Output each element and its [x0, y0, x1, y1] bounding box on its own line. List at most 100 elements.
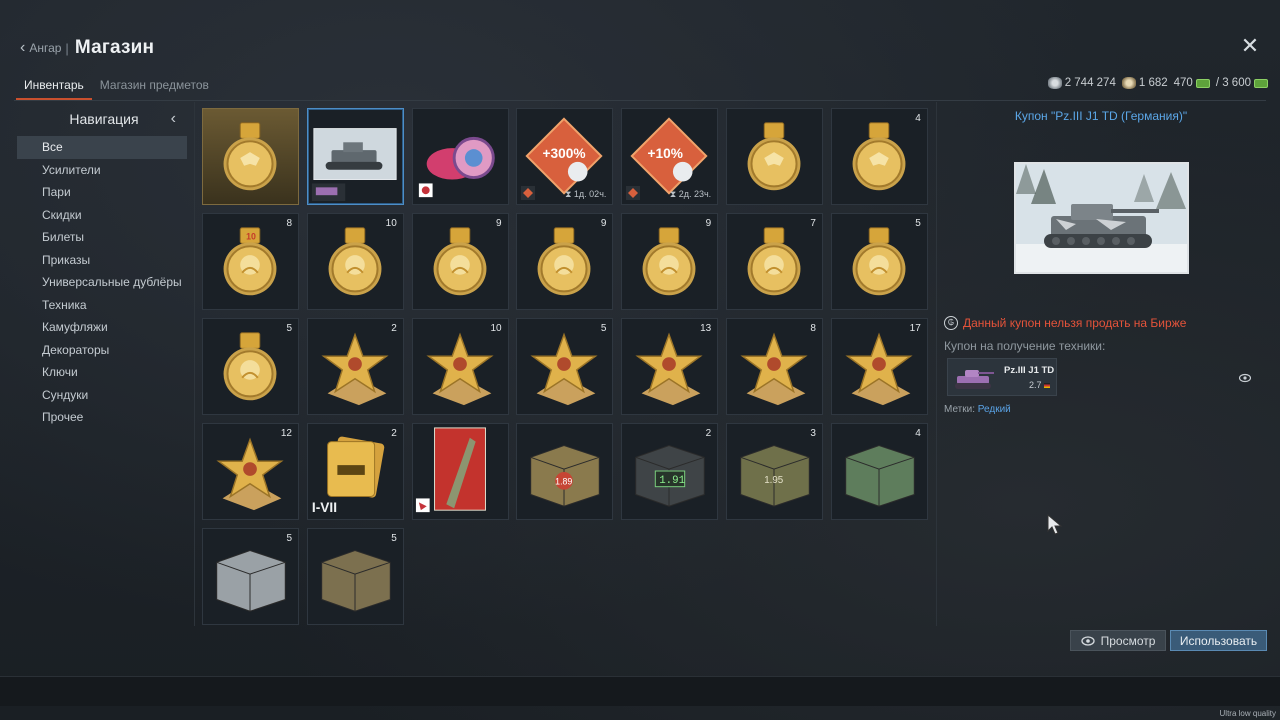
inventory-item[interactable] — [306, 108, 404, 205]
nav-item[interactable]: Билеты — [14, 226, 194, 249]
inventory-item[interactable]: 4 — [830, 108, 928, 205]
inventory-item[interactable]: 13 — [621, 318, 719, 415]
nav-item[interactable]: Техника — [14, 294, 194, 317]
nav-item[interactable]: Все — [17, 136, 187, 159]
tank-preview-icon — [1016, 164, 1187, 272]
inventory-item[interactable]: 5 — [516, 318, 614, 415]
item-count: 2 — [391, 323, 397, 334]
item-count: 2 — [705, 428, 712, 439]
nav-item[interactable]: Камуфляжи — [14, 316, 194, 339]
nav-item[interactable]: Ключи — [14, 361, 194, 384]
item-count: 8 — [286, 218, 292, 229]
back-button[interactable]: ‹ Ангар — [20, 39, 61, 57]
inventory-item[interactable] — [411, 423, 509, 520]
eye-icon[interactable] — [1239, 373, 1251, 383]
item-count: 17 — [909, 323, 921, 334]
booster-badge-icon — [521, 186, 536, 200]
inventory-item[interactable] — [411, 108, 509, 205]
item-count: 9 — [496, 218, 502, 229]
inventory-item[interactable]: 10 — [411, 318, 509, 415]
item-count: 10 — [490, 323, 502, 334]
svg-text:1.91: 1.91 — [659, 475, 685, 487]
inventory-item[interactable]: 12 — [202, 423, 299, 520]
item-count: 12 — [280, 428, 292, 439]
nav-item[interactable]: Прочее — [14, 406, 194, 429]
inventory-item[interactable]: I-VII 2 — [306, 423, 404, 520]
bottom-bar — [0, 676, 1280, 706]
inventory-item[interactable]: 9 — [516, 213, 614, 310]
inventory-item[interactable]: 7 — [725, 213, 823, 310]
tab-item-shop[interactable]: Магазин предметов — [92, 74, 217, 100]
use-button[interactable]: Использовать — [1170, 630, 1267, 651]
inventory-item[interactable] — [202, 108, 299, 205]
item-count: 9 — [705, 218, 712, 229]
item-count: 5 — [286, 533, 292, 544]
inventory-item[interactable]: 5 — [202, 528, 299, 625]
coupon-label: Купон на получение техники: — [944, 339, 1106, 353]
cash-icon-2 — [1254, 78, 1268, 88]
page-title: Магазин — [74, 37, 155, 58]
close-icon[interactable]: ✕ — [1240, 35, 1260, 57]
divider — [194, 102, 195, 626]
inventory-item[interactable]: 5 — [830, 213, 928, 310]
tags-label: Метки: — [944, 404, 975, 415]
item-count: 5 — [600, 323, 607, 334]
cash-value: 470 — [1173, 77, 1193, 89]
tag-rare[interactable]: Редкий — [978, 404, 1011, 415]
mouse-cursor-icon — [1047, 514, 1063, 535]
item-count: 13 — [700, 323, 712, 334]
collapse-chevron-icon[interactable]: ‹ — [171, 110, 176, 128]
nav-item[interactable]: Приказы — [14, 249, 194, 272]
inventory-item[interactable]: 1.95 3 — [725, 423, 823, 520]
gold-value: 1 682 — [1138, 77, 1168, 89]
cash-max: / 3 600 — [1215, 77, 1251, 89]
sell-warning: ₲ Данный купон нельзя продать на Бирже — [944, 316, 1186, 330]
inventory-item[interactable]: 1.91 2 — [621, 423, 719, 520]
inventory-item[interactable]: 9 — [621, 213, 719, 310]
item-timer: ⧗ 2д. 23ч. — [669, 189, 712, 199]
gold-balance: 1 682 — [1121, 77, 1168, 89]
chevron-left-icon: ‹ — [20, 39, 26, 56]
item-count: 4 — [915, 113, 921, 124]
quality-label: Ultra low quality — [1219, 709, 1276, 718]
inventory-item[interactable]: 9 — [411, 213, 509, 310]
view-button[interactable]: Просмотр — [1070, 630, 1166, 651]
vehicle-card[interactable]: Pz.III J1 TD 2.7 — [947, 358, 1057, 396]
item-count: 10 — [385, 218, 397, 229]
warning-text: Данный купон нельзя продать на Бирже — [963, 316, 1187, 330]
inventory-item[interactable] — [725, 108, 823, 205]
nav-item[interactable]: Декораторы — [14, 339, 194, 362]
inventory-item[interactable]: 10 8 — [202, 213, 299, 310]
tab-inventory[interactable]: Инвентарь — [16, 74, 92, 100]
svg-text:+300%: +300% — [543, 146, 586, 161]
inventory-item[interactable]: 17 — [830, 318, 928, 415]
inventory-item[interactable]: 5 — [202, 318, 299, 415]
inventory-item[interactable]: 10 — [306, 213, 404, 310]
title-separator: | — [65, 40, 69, 56]
item-count: 2 — [391, 428, 397, 439]
nav-item[interactable]: Усилители — [14, 159, 194, 182]
inventory-item[interactable]: 1.89 — [516, 423, 614, 520]
golden-eagles-icon — [1121, 77, 1136, 89]
cash-balance: 470 / 3 600 — [1174, 77, 1268, 89]
svg-text:1.95: 1.95 — [764, 475, 784, 486]
nav-item[interactable]: Пари — [14, 181, 194, 204]
inventory-item[interactable]: 8 — [725, 318, 823, 415]
nav-item[interactable]: Скидки — [14, 204, 194, 227]
inventory-item[interactable]: 2 — [306, 318, 404, 415]
inventory-item[interactable]: +300% ⧗ 1д. 02ч. — [516, 108, 614, 205]
inventory-item[interactable]: +10% ⧗ 2д. 23ч. — [621, 108, 719, 205]
view-label: Просмотр — [1100, 633, 1156, 648]
currency-bar: 2 744 274 1 682 470 / 3 600 — [1047, 77, 1268, 89]
item-count: 5 — [391, 533, 397, 544]
tank-icon — [955, 370, 994, 389]
inventory-item[interactable]: 5 — [306, 528, 404, 625]
market-icon: ₲ — [944, 316, 958, 330]
tags-line: Метки: Редкий — [944, 404, 1011, 415]
german-flag-icon — [1044, 383, 1050, 388]
navigation-panel: Навигация ‹ Все Усилители Пари Скидки Билеты… — [14, 102, 194, 626]
nav-item[interactable]: Универсальные дублёры — [14, 271, 194, 294]
nav-item[interactable]: Сундуки — [14, 384, 194, 407]
header: ‹ Ангар | Магазин — [20, 36, 154, 60]
inventory-item[interactable]: 4 — [830, 423, 928, 520]
